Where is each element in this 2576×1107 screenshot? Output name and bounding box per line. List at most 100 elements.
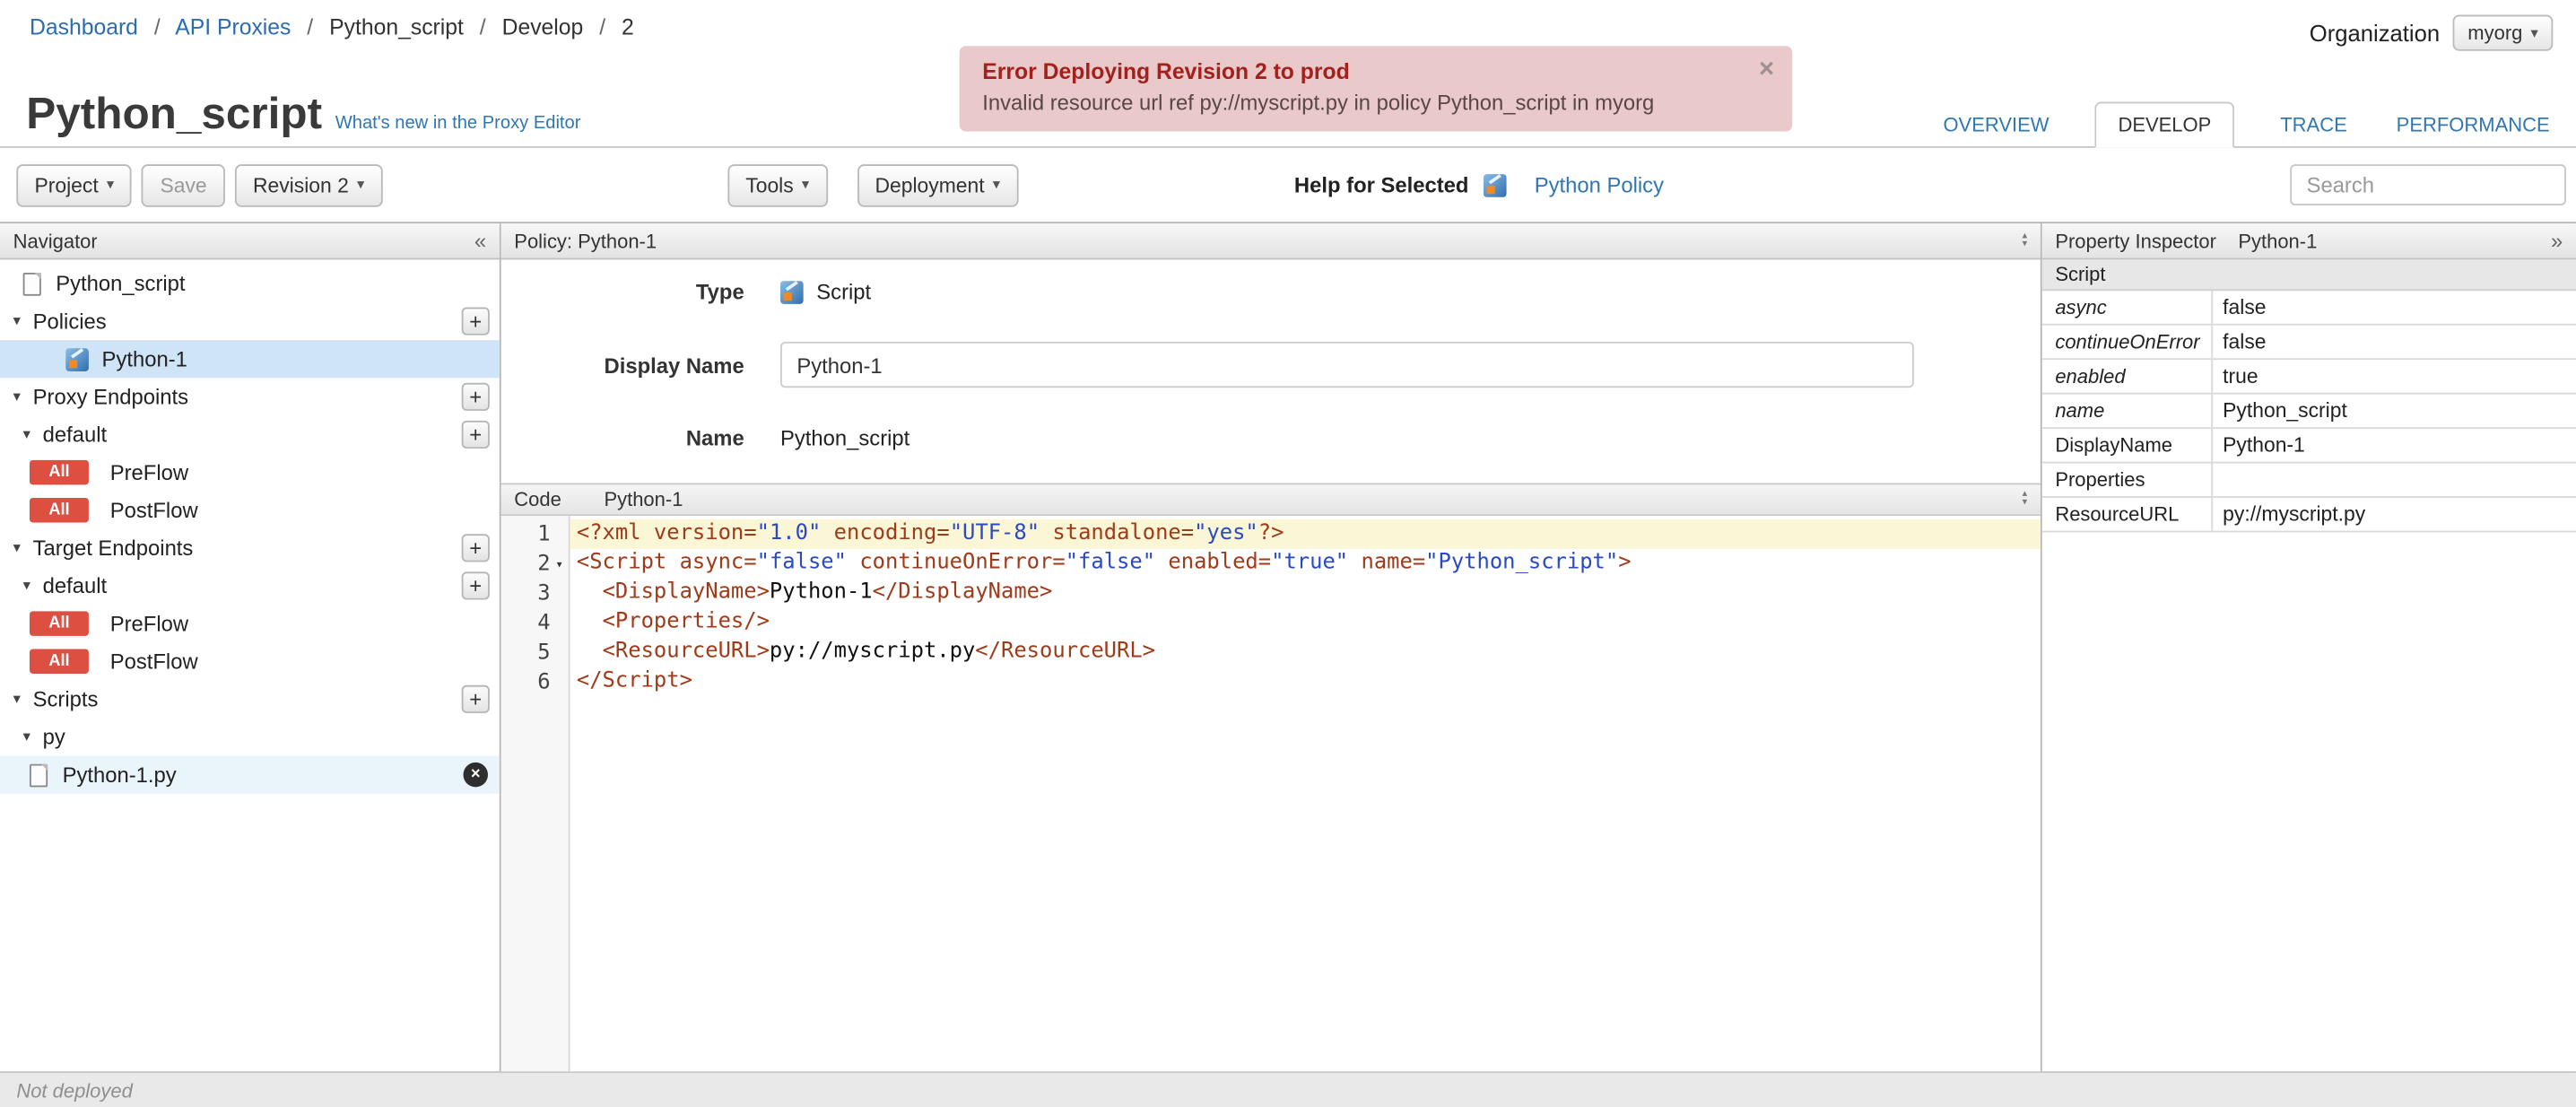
tree-expanded-icon[interactable]: ▾	[23, 728, 43, 745]
code-gutter: 1 2 ▾ 3 4 5 6	[500, 516, 570, 1072]
name-label: Name	[685, 425, 744, 450]
save-button[interactable]: Save	[142, 163, 225, 206]
breadcrumb-api-proxies[interactable]: API Proxies	[175, 14, 291, 39]
add-policy-button[interactable]: +	[461, 307, 490, 336]
breadcrumb-separator: /	[479, 14, 486, 39]
error-banner-message: Invalid resource url ref py://myscript.p…	[982, 90, 1655, 116]
collapse-vertical-icon[interactable]: ▴ ▾	[2023, 231, 2028, 248]
caret-down-icon: ▾	[106, 175, 115, 193]
tree-expanded-icon[interactable]: ▾	[13, 312, 33, 330]
display-name-label: Display Name	[604, 352, 744, 378]
property-row: enabled true	[2041, 360, 2576, 395]
expand-vertical-icon[interactable]: ▴ ▾	[2022, 490, 2028, 508]
code-line[interactable]: <DisplayName>Python-1</DisplayName>	[570, 579, 2041, 608]
tree-item-proxy-postflow[interactable]: All PostFlow	[0, 492, 500, 529]
property-value[interactable]: Python-1	[2213, 434, 2576, 458]
chevron-down-icon: ▾	[2022, 497, 2028, 508]
add-flow-button[interactable]: +	[461, 571, 490, 600]
property-section-header: Script	[2041, 259, 2576, 292]
add-flow-button[interactable]: +	[461, 420, 490, 449]
tools-button[interactable]: Tools ▾	[727, 163, 828, 206]
help-for-selected-label: Help for Selected	[1293, 172, 1469, 197]
whats-new-link[interactable]: What's new in the Proxy Editor	[335, 114, 581, 134]
property-key: DisplayName	[2042, 429, 2214, 462]
script-policy-icon	[65, 347, 89, 371]
tree-item-proxy-default[interactable]: ▾ default +	[0, 415, 500, 453]
name-value: Python_script	[780, 425, 910, 450]
tree-section-policies[interactable]: ▾ Policies +	[0, 302, 500, 340]
property-value[interactable]: Python_script	[2213, 399, 2576, 423]
tree-item-py-folder[interactable]: ▾ py	[0, 718, 500, 755]
search-input[interactable]	[2290, 164, 2566, 205]
tree-item-proxy-preflow[interactable]: All PreFlow	[0, 454, 500, 492]
gutter-row: 5	[537, 640, 551, 665]
tab-overview[interactable]: OVERVIEW	[1940, 103, 2052, 146]
breadcrumb-dashboard[interactable]: Dashboard	[30, 14, 138, 39]
project-button[interactable]: Project ▾	[16, 163, 133, 206]
property-inspector-pane: Property Inspector Python-1 » Script asy…	[2041, 223, 2576, 1071]
python-policy-link[interactable]: Python Policy	[1535, 172, 1664, 196]
save-button-label: Save	[160, 173, 207, 196]
expand-right-icon[interactable]: »	[2551, 230, 2563, 251]
add-target-endpoint-button[interactable]: +	[461, 534, 490, 562]
property-key: async	[2042, 291, 2214, 324]
close-icon[interactable]: ×	[1759, 57, 1774, 83]
organization-value: myorg	[2467, 21, 2523, 45]
property-row: Properties	[2041, 463, 2576, 498]
property-value[interactable]: py://myscript.py	[2213, 502, 2576, 526]
property-row: continueOnError false	[2041, 325, 2576, 361]
deployment-button[interactable]: Deployment ▾	[857, 163, 1019, 206]
tree-expanded-icon[interactable]: ▾	[13, 539, 33, 557]
tree-item-target-postflow[interactable]: All PostFlow	[0, 642, 500, 680]
tree-item-label: py	[42, 724, 65, 750]
tree-section-target-endpoints[interactable]: ▾ Target Endpoints +	[0, 529, 500, 567]
collapse-left-icon[interactable]: «	[474, 230, 486, 251]
code-lines[interactable]: <?xml version="1.0" encoding="UTF-8" sta…	[570, 516, 2041, 1071]
add-proxy-endpoint-button[interactable]: +	[461, 382, 490, 411]
help-for-selected: Help for Selected Python Policy	[1294, 172, 1664, 196]
tree-expanded-icon[interactable]: ▾	[13, 388, 33, 405]
revision-button[interactable]: Revision 2 ▾	[234, 163, 383, 206]
tree-expanded-icon[interactable]: ▾	[23, 577, 43, 595]
property-value[interactable]: false	[2213, 296, 2576, 319]
organization-area: Organization myorg ▾	[2310, 14, 2554, 51]
code-line[interactable]: </Script>	[570, 667, 2041, 697]
title-group: Python_script What's new in the Proxy Ed…	[26, 90, 581, 146]
tree-item-python-1-py[interactable]: Python-1.py ×	[0, 755, 500, 794]
tab-bar: OVERVIEW DEVELOP TRACE PERFORMANCE	[1940, 101, 2554, 148]
add-script-button[interactable]: +	[461, 684, 490, 713]
property-table: Script async false continueOnError false…	[2041, 259, 2576, 533]
toolbar: Project ▾ Save Revision 2 ▾ Tools ▾ Depl…	[0, 148, 2576, 222]
tree-item-label: default	[42, 422, 108, 448]
code-line[interactable]: <ResourceURL>py://myscript.py</ResourceU…	[570, 638, 2041, 667]
tree-item-target-default[interactable]: ▾ default +	[0, 567, 500, 605]
organization-select[interactable]: myorg ▾	[2452, 14, 2554, 51]
tree-section-scripts[interactable]: ▾ Scripts +	[0, 680, 500, 718]
code-fold-icon[interactable]: ▾	[551, 556, 569, 571]
code-line[interactable]: <?xml version="1.0" encoding="UTF-8" sta…	[570, 519, 2041, 549]
tree-expanded-icon[interactable]: ▾	[13, 690, 33, 708]
tab-trace[interactable]: TRACE	[2277, 103, 2351, 146]
property-value[interactable]: true	[2213, 365, 2576, 388]
tree-expanded-icon[interactable]: ▾	[23, 425, 43, 443]
tree-item-python-1[interactable]: Python-1	[0, 340, 500, 379]
code-editor[interactable]: 1 2 ▾ 3 4 5 6 <?xml version="1.0" encoding="UT…	[500, 516, 2041, 1072]
tab-develop[interactable]: DEVELOP	[2094, 101, 2234, 148]
type-value: Script	[816, 279, 872, 304]
tree-section-proxy-endpoints[interactable]: ▾ Proxy Endpoints +	[0, 378, 500, 415]
code-line[interactable]: <Script async="false" continueOnError="f…	[570, 549, 2041, 579]
display-name-input[interactable]	[780, 341, 1914, 388]
tree-item-target-preflow[interactable]: All PreFlow	[0, 605, 500, 642]
property-inspector-policy-name: Python-1	[2238, 229, 2318, 253]
gutter-row: 3	[537, 580, 551, 606]
error-banner-title: Error Deploying Revision 2 to prod	[982, 58, 1350, 84]
policy-editor-pane: Policy: Python-1 ▴ ▾ Type Script Display…	[500, 223, 2042, 1072]
property-inspector-title-text: Property Inspector	[2055, 229, 2216, 253]
property-value[interactable]: false	[2213, 330, 2576, 353]
tab-performance[interactable]: PERFORMANCE	[2393, 103, 2553, 146]
navigator-tree: Python_script ▾ Policies + Python-1 ▾ Pr…	[0, 259, 500, 1071]
delete-file-icon[interactable]: ×	[463, 762, 488, 788]
code-line[interactable]: <Properties/>	[570, 608, 2041, 638]
property-row: ResourceURL py://myscript.py	[2041, 497, 2576, 533]
tree-item-proxy-root[interactable]: Python_script	[0, 265, 500, 302]
